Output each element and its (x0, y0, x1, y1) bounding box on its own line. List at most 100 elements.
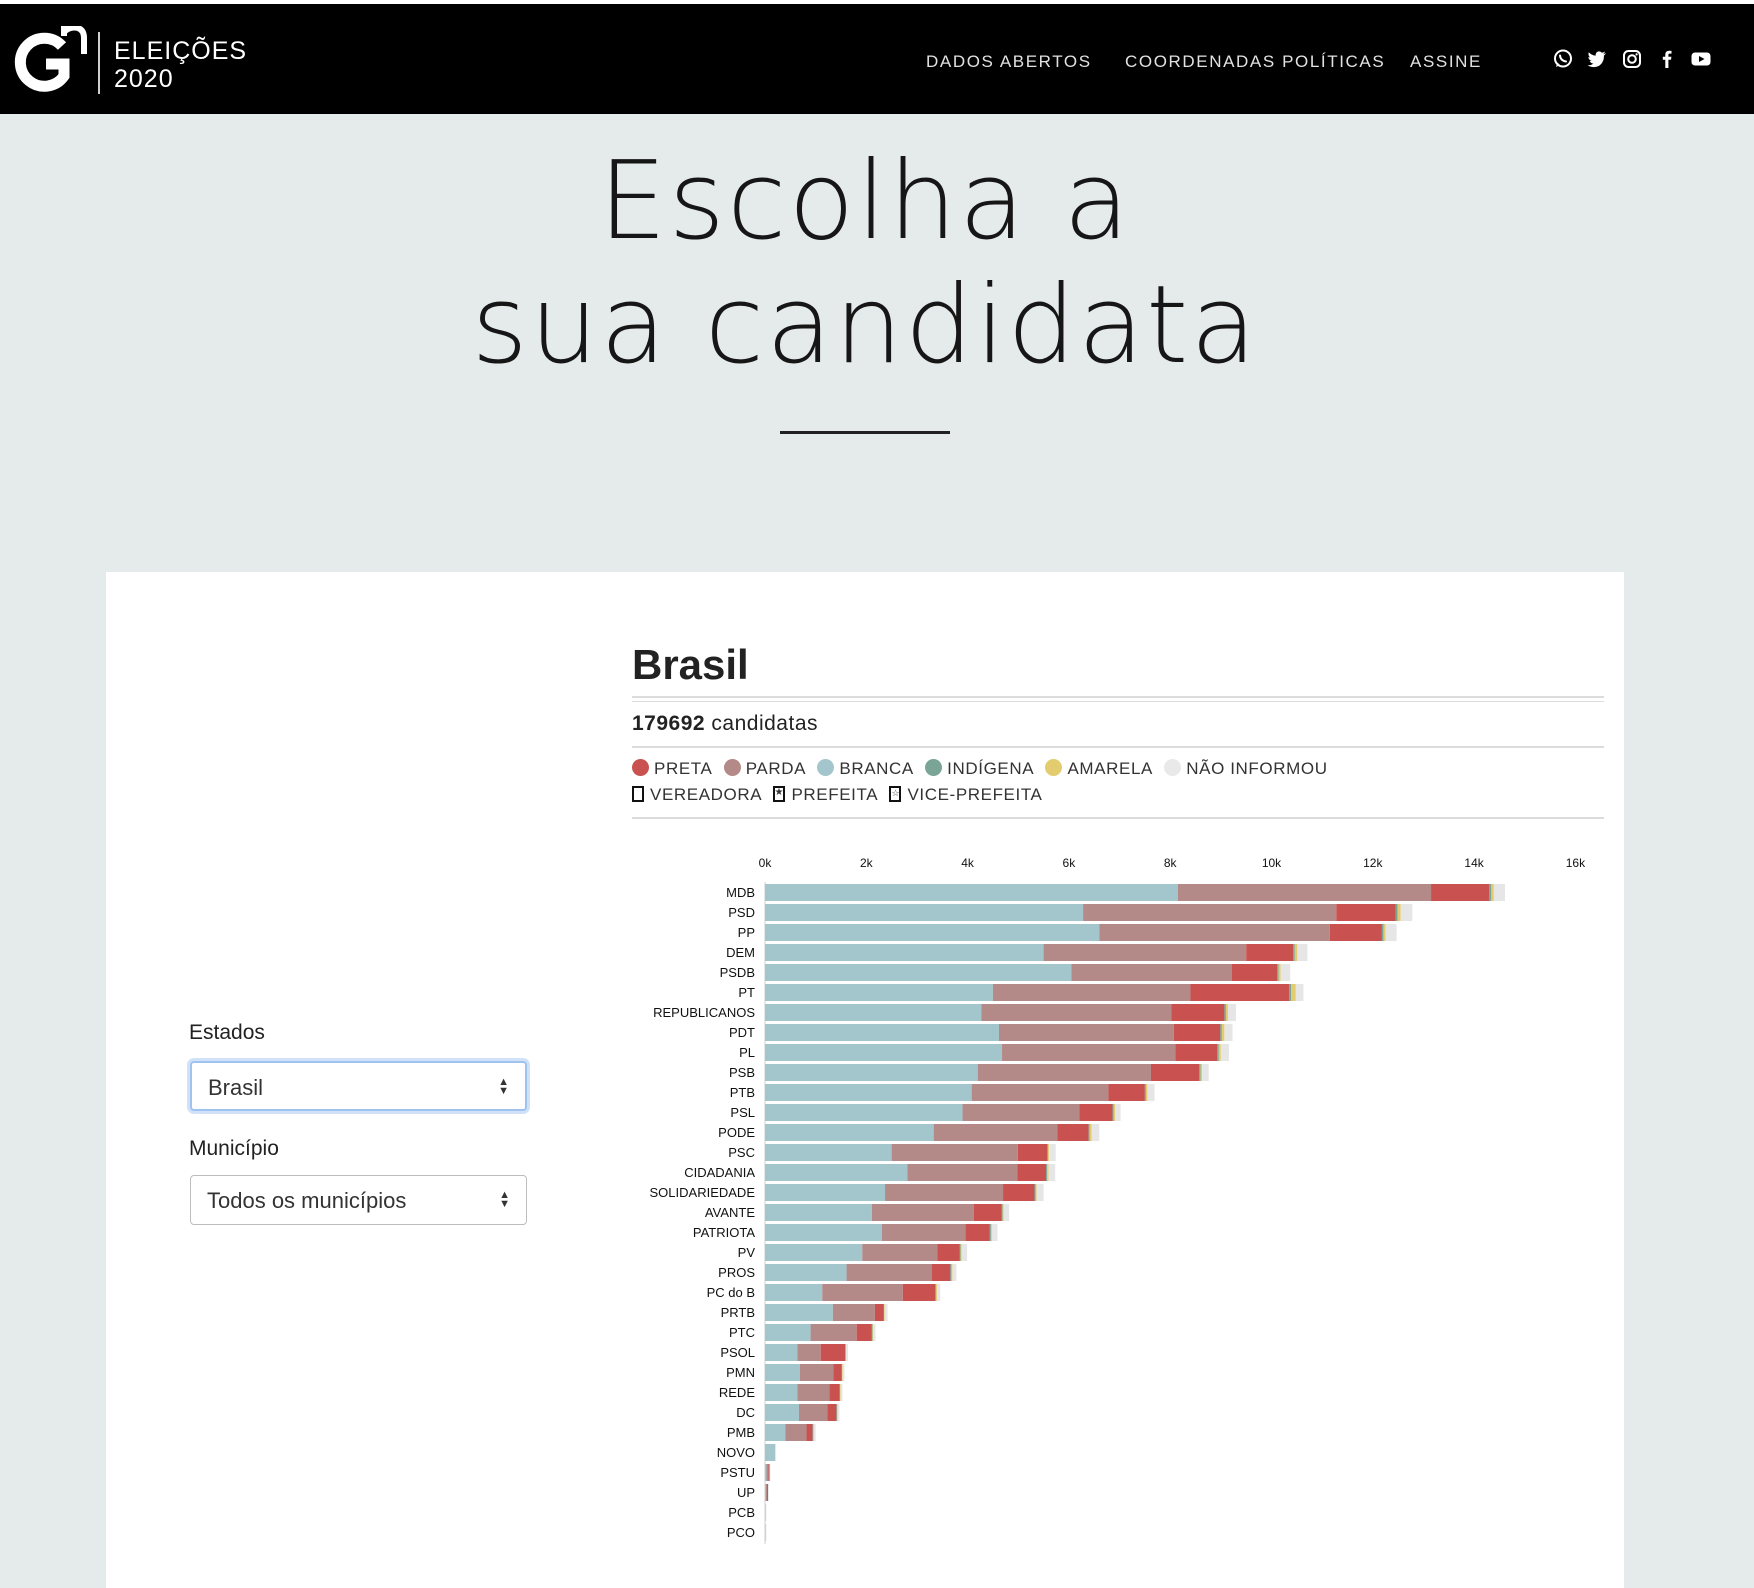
bar-segment-branca[interactable] (765, 1204, 872, 1221)
bar-segment-n-o-informou[interactable] (1202, 1064, 1209, 1081)
bar-segment-branca[interactable] (765, 1104, 963, 1121)
bar-segment-preta[interactable] (1190, 984, 1290, 1001)
bar-segment-preta[interactable] (1246, 944, 1294, 961)
bar-segment-preta[interactable] (856, 1324, 872, 1341)
bar-segment-ind-gena[interactable] (1217, 1044, 1219, 1061)
bar-segment-branca[interactable] (765, 1164, 908, 1181)
bar-segment-preta[interactable] (973, 1204, 1002, 1221)
legend-item-parda[interactable]: PARDA (723, 759, 806, 779)
bar-segment-ind-gena[interactable] (1395, 904, 1398, 921)
bar-segment-branca[interactable] (765, 1484, 767, 1501)
bar-segment-preta[interactable] (1017, 1164, 1047, 1181)
nav-assine[interactable]: ASSINE (1410, 51, 1482, 73)
bar-segment-parda[interactable] (822, 1284, 903, 1301)
bar-segment-parda[interactable] (981, 1004, 1172, 1021)
bar-segment-ind-gena[interactable] (1088, 1124, 1090, 1141)
bar-segment-ind-gena[interactable] (1224, 1004, 1226, 1021)
bar-segment-branca[interactable] (765, 1364, 800, 1381)
bar-segment-branca[interactable] (765, 1084, 972, 1101)
bar-segment-preta[interactable] (833, 1364, 842, 1381)
bar-segment-branca[interactable] (765, 1244, 863, 1261)
bar-segment-amarela[interactable] (1047, 1164, 1049, 1181)
bar-segment-amarela[interactable] (1294, 944, 1298, 961)
bar-segment-n-o-informou[interactable] (769, 1464, 771, 1481)
bar-segment-ind-gena[interactable] (1220, 1024, 1222, 1041)
bar-segment-parda[interactable] (766, 1484, 768, 1501)
bar-segment-parda[interactable] (891, 1144, 1018, 1161)
bar-segment-parda[interactable] (999, 1024, 1174, 1041)
bar-segment-preta[interactable] (806, 1424, 813, 1441)
bar-segment-branca[interactable] (765, 1124, 934, 1141)
bar-segment-parda[interactable] (1099, 924, 1330, 941)
legend-item-amarela[interactable]: AMARELA (1045, 759, 1152, 779)
bar-segment-parda[interactable] (846, 1264, 932, 1281)
bar-segment-parda[interactable] (871, 1204, 974, 1221)
bar-segment-preta[interactable] (827, 1404, 837, 1421)
bar-segment-ind-gena[interactable] (1489, 884, 1492, 901)
legend-item-nao-informou[interactable]: NÃO INFORMOU (1164, 759, 1327, 779)
bar-segment-n-o-informou[interactable] (1297, 944, 1308, 961)
bar-segment-n-o-informou[interactable] (1220, 1044, 1229, 1061)
bar-segment-amarela[interactable] (1397, 904, 1401, 921)
bar-segment-branca[interactable] (765, 944, 1044, 961)
bar-segment-preta[interactable] (1003, 1184, 1035, 1201)
bar-segment-n-o-informou[interactable] (846, 1344, 849, 1361)
bar-segment-parda[interactable] (797, 1344, 821, 1361)
logo-text-eleicoes[interactable]: ELEIÇÕES (114, 38, 247, 64)
gn-logo-icon[interactable] (12, 26, 88, 96)
bar-segment-parda[interactable] (977, 1064, 1151, 1081)
bar-segment-preta[interactable] (820, 1344, 846, 1361)
facebook-icon[interactable] (1656, 48, 1678, 70)
bar-segment-amarela[interactable] (1002, 1204, 1004, 1221)
bar-segment-ind-gena[interactable] (1144, 1084, 1146, 1101)
bar-segment-parda[interactable] (1043, 944, 1247, 961)
bar-segment-branca[interactable] (765, 924, 1100, 941)
bar-segment-ind-gena[interactable] (950, 1264, 952, 1281)
legend-item-prefeita[interactable]: ★ PREFEITA (773, 785, 878, 805)
bar-segment-branca[interactable] (765, 984, 993, 1001)
bar-segment-preta[interactable] (1431, 884, 1490, 901)
bar-segment-amarela[interactable] (936, 1284, 938, 1301)
bar-segment-n-o-informou[interactable] (991, 1224, 998, 1241)
bar-segment-n-o-informou[interactable] (768, 1484, 769, 1501)
bar-segment-parda[interactable] (907, 1164, 1018, 1181)
bar-segment-n-o-informou[interactable] (765, 1524, 767, 1541)
bar-segment-amarela[interactable] (1048, 1144, 1050, 1161)
bar-segment-branca[interactable] (765, 1404, 799, 1421)
bar-segment-ind-gena[interactable] (1001, 1204, 1003, 1221)
bar-segment-amarela[interactable] (951, 1264, 953, 1281)
bar-segment-ind-gena[interactable] (1277, 964, 1279, 981)
bar-segment-branca[interactable] (765, 1144, 892, 1161)
bar-segment-parda[interactable] (1083, 904, 1337, 921)
bar-segment-branca[interactable] (765, 964, 1072, 981)
legend-item-indigena[interactable]: INDÍGENA (925, 759, 1034, 779)
bar-segment-n-o-informou[interactable] (1385, 924, 1397, 941)
bar-segment-branca[interactable] (765, 904, 1084, 921)
bar-segment-branca[interactable] (765, 1384, 798, 1401)
youtube-icon[interactable] (1690, 48, 1712, 70)
instagram-icon[interactable] (1621, 48, 1643, 70)
bar-segment-amarela[interactable] (1278, 964, 1281, 981)
bar-segment-ind-gena[interactable] (1293, 944, 1295, 961)
bar-segment-preta[interactable] (965, 1224, 990, 1241)
bar-segment-ind-gena[interactable] (1289, 984, 1292, 1001)
bar-segment-ind-gena[interactable] (1034, 1184, 1036, 1201)
bar-segment-ind-gena[interactable] (1047, 1144, 1049, 1161)
logo-text-year[interactable]: 2020 (114, 66, 174, 92)
bar-segment-n-o-informou[interactable] (1091, 1124, 1100, 1141)
bar-segment-ind-gena[interactable] (935, 1284, 937, 1301)
bar-segment-n-o-informou[interactable] (837, 1404, 840, 1421)
bar-segment-amarela[interactable] (1225, 1004, 1228, 1021)
bar-segment-branca[interactable] (765, 1424, 786, 1441)
nav-coordenadas-politicas[interactable]: COORDENADAS POLÍTICAS (1125, 51, 1385, 73)
bar-segment-n-o-informou[interactable] (842, 1364, 845, 1381)
bar-segment-n-o-informou[interactable] (1295, 984, 1304, 1001)
bar-segment-parda[interactable] (1002, 1044, 1176, 1061)
bar-segment-n-o-informou[interactable] (952, 1264, 957, 1281)
bar-segment-parda[interactable] (832, 1304, 875, 1321)
legend-item-vice-prefeita[interactable]: ☆ VICE-PREFEITA (889, 785, 1042, 805)
legend-item-vereadora[interactable]: VEREADORA (632, 785, 762, 805)
bar-segment-preta[interactable] (1173, 1024, 1221, 1041)
bar-segment-parda[interactable] (785, 1424, 807, 1441)
bar-segment-ind-gena[interactable] (959, 1244, 961, 1261)
